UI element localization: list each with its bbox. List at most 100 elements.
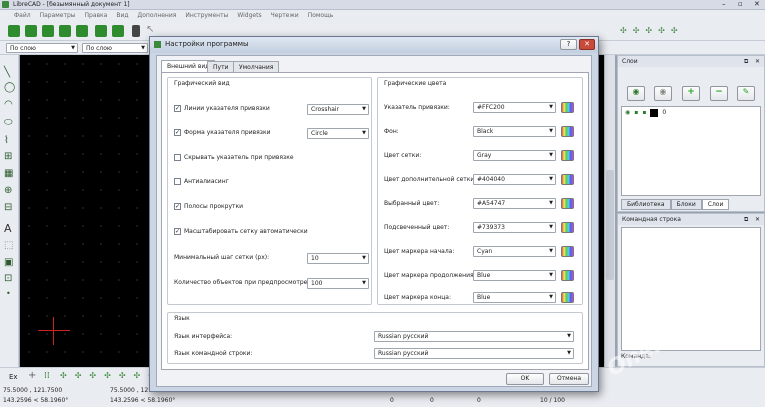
color-combo-start-marker[interactable]: Cyan ▼ [473,246,556,257]
color-picker-button[interactable] [561,126,574,137]
cancel-button[interactable]: Отмена [549,373,589,385]
menu-widgets[interactable]: Widgets [237,10,261,21]
menu-file[interactable]: Файл [14,10,31,21]
canvas-vertical-scrollbar[interactable] [604,55,615,367]
color-picker-button[interactable] [561,150,574,161]
color-picker-button[interactable] [561,292,574,303]
menu-help[interactable]: Помощь [308,10,334,21]
hatch-tool-icon[interactable]: ▦ [4,168,13,179]
image-tool-icon[interactable]: ▣ [4,257,13,268]
print-preview-icon[interactable] [112,25,124,37]
color-picker-button[interactable] [561,246,574,257]
menu-tools[interactable]: Инструменты [185,10,228,21]
tab-blocks[interactable]: Блоки [670,199,702,210]
maximize-button[interactable]: ▫ [738,0,743,8]
ok-button[interactable]: OK [506,373,544,385]
scrollbars-checkbox[interactable]: ✓ [174,203,181,210]
color-picker-button[interactable] [561,270,574,281]
menu-edit[interactable]: Правка [85,10,108,21]
color-combo-snap[interactable]: #FFC200 ▼ [473,102,556,113]
scrollbar-thumb[interactable] [606,170,614,280]
modify-tool-icon[interactable]: ⊕ [4,185,12,196]
dialog-help-button[interactable]: ? [560,39,577,50]
menu-plugins[interactable]: Дополнения [138,10,177,21]
cmd-language-combo[interactable]: Russian русский ▼ [374,348,574,359]
color-combo-meta-grid[interactable]: #404040 ▼ [473,174,556,185]
color-picker-button[interactable] [561,102,574,113]
dock-close-icon[interactable]: ✕ [755,56,760,67]
min-grid-combo[interactable]: 10 ▼ [307,253,369,264]
line-tool-icon[interactable]: ╲ [4,67,10,78]
autoscale-grid-row[interactable]: ✓ Масштабировать сетку автоматически [174,228,308,235]
exclusive-snap-label[interactable]: Ex [9,373,18,381]
print-icon[interactable] [95,25,107,37]
snap-free-icon[interactable]: + [28,370,36,381]
menu-options[interactable]: Параметры [40,10,76,21]
layer-row[interactable]: ◉ ▪ ▪ 0 [622,107,760,118]
open-icon[interactable] [42,25,54,37]
info-tool-icon[interactable]: ⊡ [4,273,12,284]
circle-tool-icon[interactable]: ◯ [4,82,15,93]
scrollbars-row[interactable]: ✓ Полосы прокрутки [174,203,243,210]
point-tool-icon[interactable]: • [6,289,11,298]
new-icon[interactable] [8,25,20,37]
color-combo-end-marker[interactable]: Blue ▼ [473,292,556,303]
dialog-close-button[interactable]: ✕ [579,39,595,50]
snap-toolbar-icons[interactable]: ✣✣✣✣✣ [620,26,684,35]
remove-layer-button[interactable]: − [710,86,728,101]
layer-color-combo[interactable]: По слою ▼ [6,43,78,53]
show-all-layers-button[interactable]: ◉ [627,86,645,101]
menu-view[interactable]: Вид [116,10,128,21]
antialiasing-checkbox[interactable] [174,178,181,185]
eye-icon[interactable]: ◉ [625,109,630,116]
color-picker-button[interactable] [561,222,574,233]
autoscale-grid-checkbox[interactable]: ✓ [174,228,181,235]
minimize-button[interactable]: – [722,0,726,8]
dock-close-icon[interactable]: ✕ [755,214,760,225]
layer-color-swatch[interactable] [650,108,659,117]
edit-layer-button[interactable]: ✎ [737,86,755,101]
select-icon[interactable]: ↖ [146,24,154,35]
lock-icon[interactable]: ▪ [634,109,638,116]
color-combo-background[interactable]: Black ▼ [473,126,556,137]
snap-lines-row[interactable]: ✓ Линии указателя привязки [174,105,270,112]
measure-tool-icon[interactable]: ⊟ [4,202,12,213]
hide-snap-checkbox[interactable] [174,154,181,161]
add-layer-button[interactable]: + [682,86,700,101]
preview-count-combo[interactable]: 100 ▼ [307,278,369,289]
hide-snap-row[interactable]: Скрывать указатель при привязке [174,154,294,161]
snap-lines-checkbox[interactable]: ✓ [174,105,181,112]
arc-tool-icon[interactable]: ◠ [4,99,13,110]
dock-float-icon[interactable]: ⧉ [744,214,748,225]
hide-all-layers-button[interactable]: ◉ [654,86,672,101]
new-template-icon[interactable] [25,25,37,37]
save-as-icon[interactable] [76,25,88,37]
block-tool-icon[interactable]: ⬚ [4,240,13,251]
ui-language-combo[interactable]: Russian русский ▼ [374,331,574,342]
color-picker-button[interactable] [561,174,574,185]
antialiasing-row[interactable]: Антиалиасинг [174,178,229,185]
color-combo-highlighted[interactable]: #739373 ▼ [473,222,556,233]
color-picker-button[interactable] [561,198,574,209]
cut-icon[interactable] [132,25,140,37]
dock-float-icon[interactable]: ⧉ [744,56,748,67]
color-combo-continue-marker[interactable]: Blue ▼ [473,270,556,281]
save-icon[interactable] [59,25,71,37]
snap-lines-combo[interactable]: Crosshair ▼ [307,104,369,115]
snap-shape-row[interactable]: ✓ Форма указателя привязки [174,129,271,136]
color-combo-grid[interactable]: Gray ▼ [473,150,556,161]
layer-width-combo[interactable]: По слою ▼ [82,43,148,53]
ellipse-tool-icon[interactable]: ⬭ [4,117,13,128]
text-tool-icon[interactable]: A [4,222,12,235]
snap-shape-combo[interactable]: Circle ▼ [307,128,369,139]
tab-library[interactable]: Библиотека [621,199,671,210]
color-combo-selected[interactable]: #A54747 ▼ [473,198,556,209]
print-icon[interactable]: ▪ [642,109,646,116]
polyline-tool-icon[interactable]: ⌇ [4,135,9,146]
snap-shape-checkbox[interactable]: ✓ [174,129,181,136]
close-button[interactable]: ✕ [754,0,760,8]
dimension-tool-icon[interactable]: ⊞ [4,151,12,162]
tab-layers[interactable]: Слои [701,199,730,210]
snap-grid-icon[interactable]: ⁞⁞ [44,371,50,381]
menu-drawings[interactable]: Чертежи [271,10,299,21]
